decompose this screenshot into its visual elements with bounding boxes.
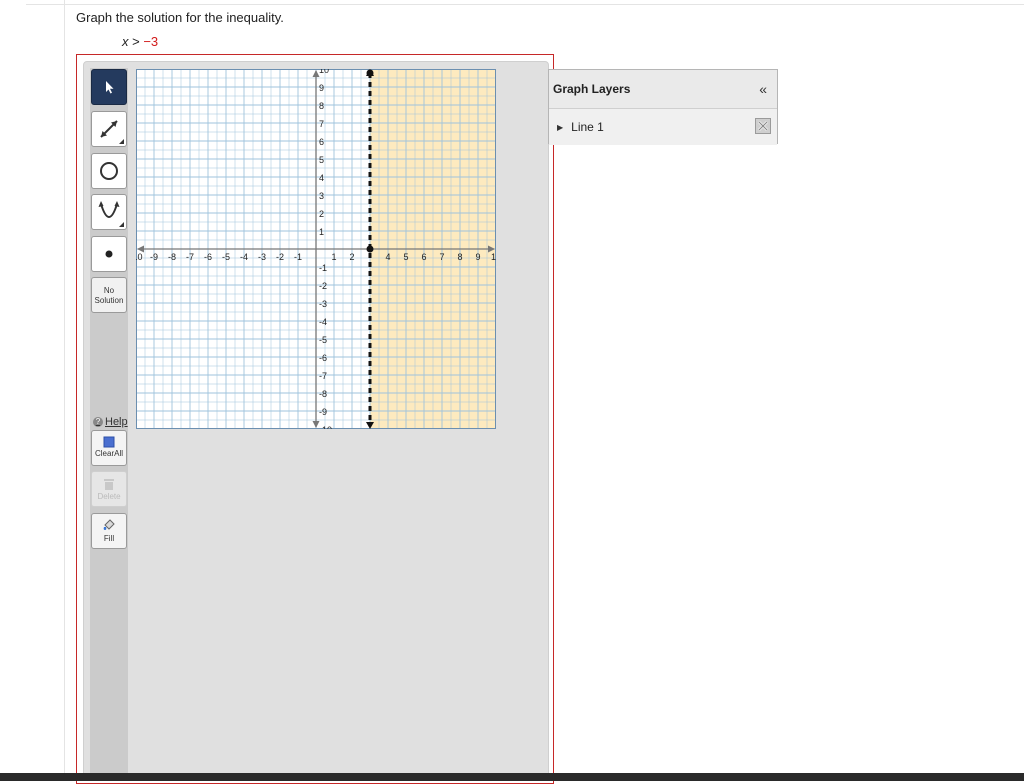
select-tool-button[interactable] [91,69,127,105]
help-icon: ? [93,417,103,427]
clear-all-button[interactable]: ClearAll [91,430,127,466]
x-tick-label: -5 [222,252,230,262]
y-tick-label: 3 [319,191,324,201]
point-tool-button[interactable] [91,236,127,272]
delete-button[interactable]: Delete [91,471,127,507]
paint-bucket-icon [103,519,115,530]
x-tick-label: 2 [349,252,354,262]
y-tick-label: 10 [319,69,329,75]
x-tick-label: -8 [168,252,176,262]
y-tick-label: 4 [319,173,324,183]
x-tick-label: -1 [294,252,302,262]
expand-arrow-icon[interactable]: ▶ [557,123,563,132]
clear-all-icon [103,436,115,448]
y-tick-label: 5 [319,155,324,165]
graph-layers-header: Graph Layers « [549,70,777,109]
y-tick-label: 7 [319,119,324,129]
circle-tool-button[interactable] [91,153,127,189]
fill-button[interactable]: Fill [91,513,127,549]
x-tick-label: -4 [240,252,248,262]
tool-options-indicator [119,222,124,227]
fill-label: Fill [103,534,115,543]
inequality-variable: x [122,34,129,49]
point-icon [105,250,113,258]
line-tool-button[interactable] [91,111,127,147]
boundary-handle-point[interactable] [366,69,374,77]
y-tick-label: 8 [319,101,324,111]
x-tick-label: -9 [150,252,158,262]
circle-icon [100,162,118,180]
y-tick-label: 2 [319,209,324,219]
layer-label: Line 1 [571,120,604,134]
y-tick-label: 9 [319,83,324,93]
inequality: x > −3 [122,34,158,49]
y-tick-label: 6 [319,137,324,147]
y-tick-label: -2 [319,281,327,291]
y-tick-label: 1 [319,227,324,237]
y-tick-label: -1 [319,263,327,273]
no-solution-button[interactable]: No Solution [91,277,127,313]
y-tick-label: -7 [319,371,327,381]
y-tick-label: -10 [319,425,332,429]
x-tick-label: 1 [331,252,336,262]
clear-all-label: ClearAll [94,449,123,458]
no-solution-label-line2: Solution [94,296,124,305]
collapse-panel-icon[interactable]: « [759,81,767,97]
question-prompt: Graph the solution for the inequality. [76,10,284,25]
top-divider [26,0,1024,5]
inequality-value: −3 [143,34,159,49]
y-tick-label: -3 [319,299,327,309]
x-tick-label: 10 [491,252,496,262]
y-tick-label: -8 [319,389,327,399]
graph-layers-title: Graph Layers [553,82,631,96]
x-tick-label: -3 [258,252,266,262]
x-tick-label: 5 [403,252,408,262]
bottom-bar [0,773,1024,781]
close-icon [758,121,768,131]
x-tick-label: 8 [457,252,462,262]
tool-options-indicator [119,139,124,144]
x-tick-label: -2 [276,252,284,262]
y-tick-label: -5 [319,335,327,345]
y-tick-label: -6 [319,353,327,363]
delete-label: Delete [97,492,121,501]
pointer-arrow-icon [106,81,114,94]
parabola-tool-button[interactable] [91,194,127,230]
boundary-handle-point[interactable] [366,245,374,253]
x-tick-label: -7 [186,252,194,262]
help-label: Help [105,416,128,428]
x-tick-label: -10 [136,252,143,262]
x-tick-label: 7 [439,252,444,262]
y-tick-label: -4 [319,317,327,327]
trash-icon [104,479,114,490]
left-gutter [0,0,65,781]
x-tick-label: 6 [421,252,426,262]
no-solution-label-line1: No [103,286,115,295]
y-tick-label: -9 [319,407,327,417]
x-tick-label: 9 [475,252,480,262]
x-tick-label: 4 [385,252,390,262]
x-tick-label: -6 [204,252,212,262]
layer-item[interactable]: ▶ Line 1 [549,109,777,145]
graph-layers-panel: Graph Layers « ▶ Line 1 [548,69,778,145]
help-link[interactable]: ? Help [93,416,128,428]
inequality-operator: > [132,34,140,49]
coordinate-graph[interactable]: -10 -9 -8 -7 -6 -5 -4 -3 -2 -1 1 2 4 5 6 7 8 9 10 10 9 8 7 6 5 4… [136,69,496,429]
delete-layer-button[interactable] [755,118,771,134]
